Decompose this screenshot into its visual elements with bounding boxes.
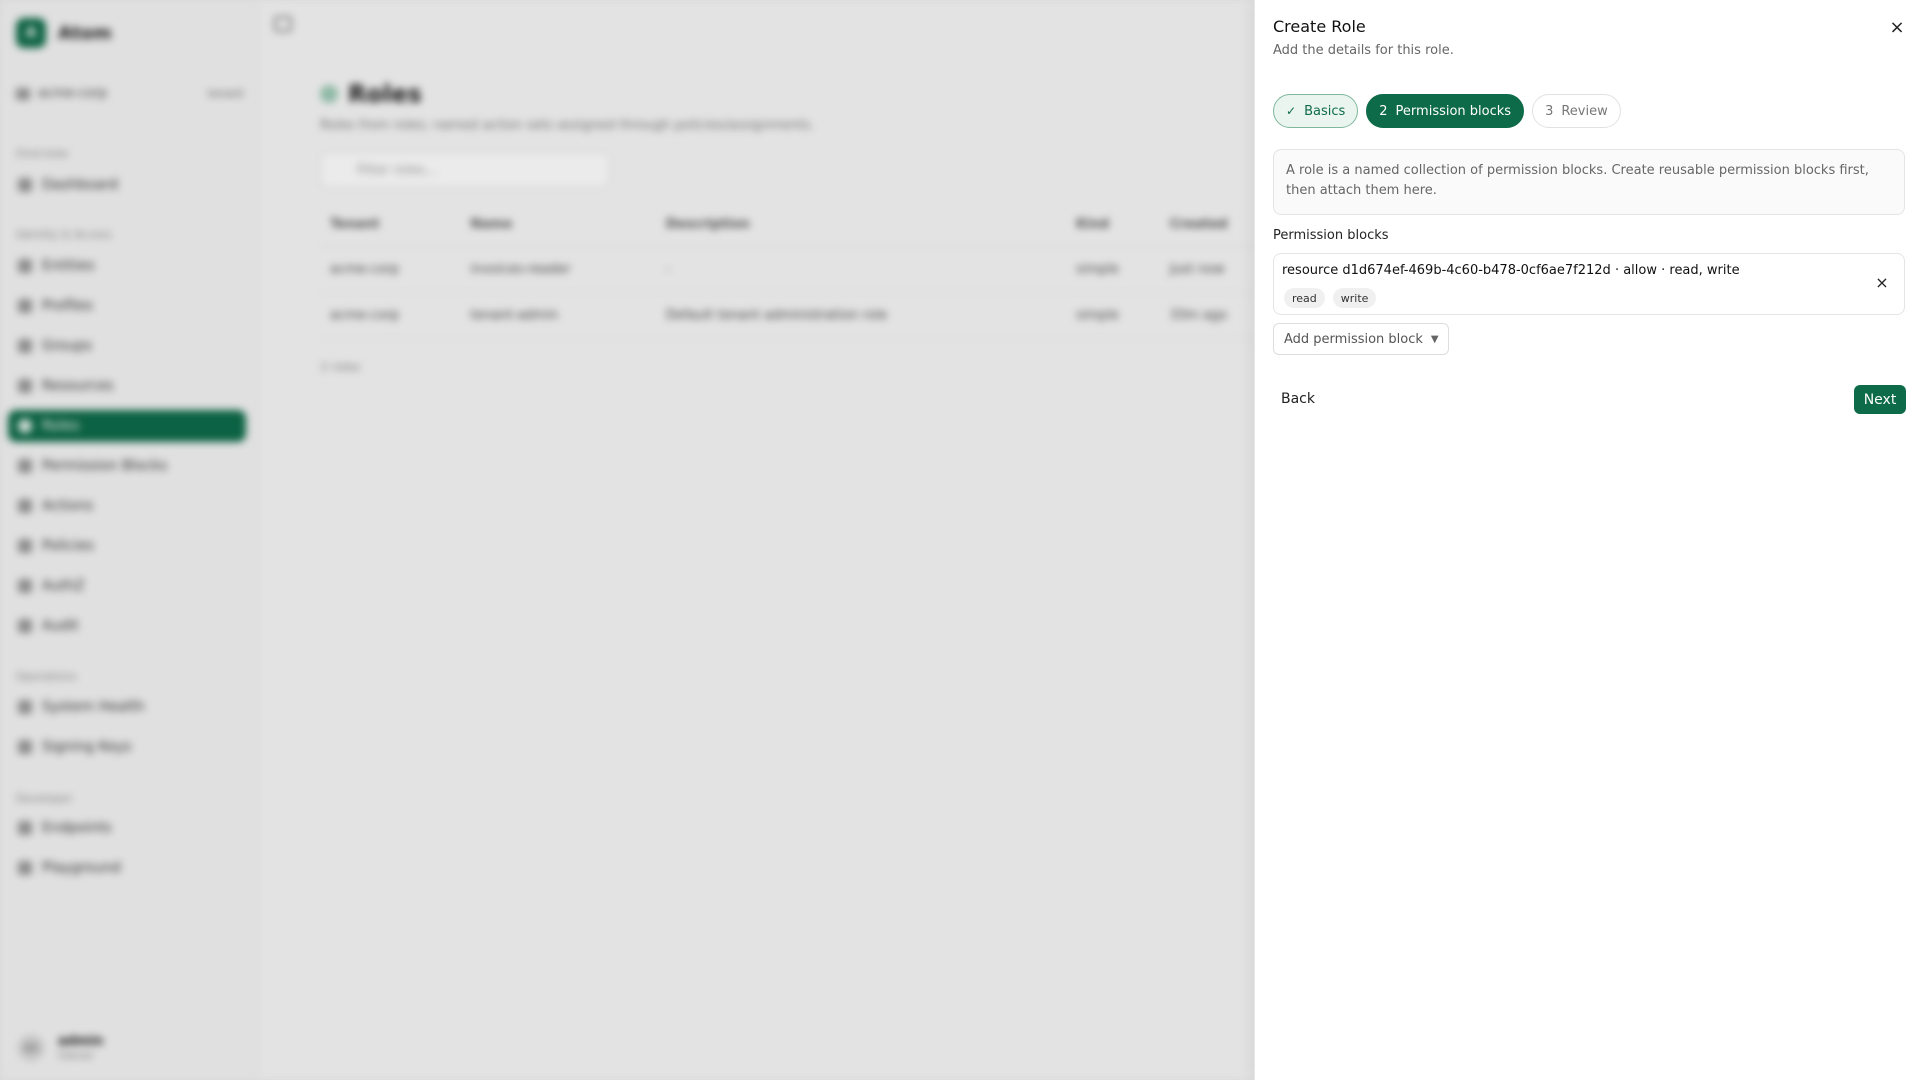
info-callout: A role is a named collection of permissi… — [1273, 149, 1905, 215]
create-role-drawer: Create Role Add the details for this rol… — [1254, 0, 1920, 1080]
step-number: 2 — [1379, 103, 1388, 119]
chevron-down-icon: ▼ — [1430, 333, 1439, 345]
step-label: Basics — [1304, 103, 1346, 119]
action-chip: write — [1332, 288, 1377, 308]
stepper: ✓ Basics 2 Permission blocks 3 Review — [1273, 94, 1621, 128]
drawer-title: Create Role — [1273, 17, 1366, 36]
step-review[interactable]: 3 Review — [1532, 94, 1621, 128]
step-label: Review — [1561, 103, 1608, 119]
back-button[interactable]: Back — [1273, 385, 1335, 413]
step-label: Permission blocks — [1395, 103, 1512, 119]
remove-block-button[interactable]: × — [1872, 272, 1892, 292]
step-number: 3 — [1545, 103, 1554, 119]
permission-block-title: resource d1d674ef-469b-4c60-b478-0cf6ae7… — [1282, 263, 1740, 278]
action-chip: read — [1284, 288, 1325, 308]
add-permission-block-label: Add permission block — [1284, 331, 1423, 347]
close-button[interactable]: × — [1886, 16, 1908, 38]
drawer-subtitle: Add the details for this role. — [1273, 43, 1454, 58]
check-icon: ✓ — [1286, 104, 1297, 118]
permission-block-item: resource d1d674ef-469b-4c60-b478-0cf6ae7… — [1273, 253, 1905, 315]
add-permission-block-select[interactable]: Add permission block ▼ — [1273, 323, 1449, 355]
step-basics[interactable]: ✓ Basics — [1273, 94, 1359, 128]
close-icon: × — [1875, 272, 1889, 292]
step-permission-blocks[interactable]: 2 Permission blocks — [1366, 94, 1525, 128]
next-button[interactable]: Next — [1854, 385, 1906, 414]
permission-blocks-label: Permission blocks — [1273, 228, 1389, 243]
close-icon: × — [1889, 16, 1905, 38]
action-chips: read write — [1284, 288, 1377, 308]
